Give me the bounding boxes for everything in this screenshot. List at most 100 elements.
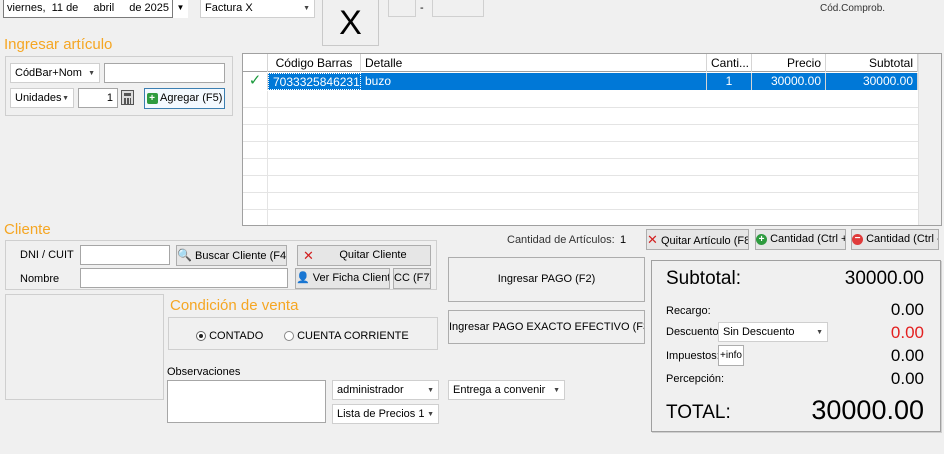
- col-detail-header[interactable]: Detalle: [361, 54, 707, 72]
- empty-row: [243, 108, 918, 125]
- date-dropdown-button[interactable]: ▼: [172, 0, 188, 18]
- remove-article-button[interactable]: ✕ Quitar Artículo (F8): [646, 229, 749, 250]
- col-barcode-header[interactable]: Código Barras: [268, 54, 361, 72]
- calculator-icon[interactable]: [121, 90, 134, 105]
- recargo-value: 0.00: [890, 300, 924, 319]
- remove-article-label: Quitar Artículo (F8): [660, 235, 749, 247]
- subtotal-value: 30000.00: [844, 268, 924, 289]
- total-label: TOTAL:: [666, 402, 731, 423]
- user-select[interactable]: administrador ▼: [332, 380, 439, 400]
- col-qty-header[interactable]: Canti...: [707, 54, 752, 72]
- observaciones-label: Observaciones: [167, 366, 241, 378]
- chevron-down-icon: ▼: [62, 95, 69, 102]
- date-weekday: viernes: [7, 2, 43, 14]
- chevron-down-icon: ▼: [816, 329, 823, 336]
- chevron-down-icon: ▼: [427, 411, 434, 418]
- empty-row: [243, 125, 918, 142]
- search-icon: 🔍: [177, 248, 192, 262]
- empty-row: [243, 159, 918, 176]
- enter-exact-payment-button[interactable]: Ingresar PAGO EXACTO EFECTIVO (F3): [448, 310, 645, 344]
- radio-checked-icon: [196, 331, 206, 342]
- quantity-plus-label: Cantidad (Ctrl +): [770, 233, 846, 245]
- radio-cuenta-corriente[interactable]: CUENTA CORRIENTE: [284, 330, 409, 342]
- descuento-label: Descuento:: [666, 326, 722, 338]
- search-client-button[interactable]: 🔍 Buscar Cliente (F4): [176, 245, 287, 266]
- article-search-input[interactable]: [104, 63, 225, 83]
- delivery-select[interactable]: Entrega a convenir ▼: [448, 380, 565, 400]
- current-account-button[interactable]: CC (F7): [393, 268, 431, 289]
- impuestos-value: 0.00: [890, 346, 924, 365]
- empty-row: [243, 142, 918, 159]
- date-picker[interactable]: viernes, 11 de abril de 2025: [3, 0, 188, 18]
- date-year: de 2025: [129, 2, 169, 14]
- add-article-button[interactable]: + Agregar (F5): [144, 88, 225, 109]
- name-label: Nombre: [20, 273, 60, 285]
- search-mode-value: CódBar+Nom: [15, 67, 82, 79]
- total-value: 30000.00: [811, 395, 924, 425]
- descuento-value: 0.00: [890, 323, 924, 342]
- items-count-value: 1: [620, 234, 627, 246]
- radio-contado[interactable]: CONTADO: [196, 330, 263, 342]
- invoice-letter-box: X: [322, 0, 379, 46]
- percepcion-label: Percepción:: [666, 373, 725, 385]
- chevron-down-icon: ▼: [553, 387, 560, 394]
- quantity-minus-label: Cantidad (Ctrl -): [866, 233, 939, 245]
- percepcion-value: 0.00: [890, 369, 924, 388]
- client-info-box: [5, 294, 164, 400]
- discount-select-value: Sin Descuento: [723, 326, 795, 338]
- col-subtotal-header[interactable]: Subtotal: [826, 54, 918, 72]
- dni-input[interactable]: [80, 245, 170, 265]
- invoice-type-select[interactable]: Factura X ▼: [200, 0, 315, 18]
- number-separator: -: [420, 2, 424, 14]
- ingresar-articulo-title: Ingresar artículo: [4, 36, 113, 53]
- enter-payment-label: Ingresar PAGO (F2): [497, 273, 596, 285]
- items-count-label: Cantidad de Artículos:: [507, 234, 615, 246]
- price-list-select[interactable]: Lista de Precios 1 ▼: [332, 404, 439, 424]
- point-of-sale-field[interactable]: [388, 0, 416, 17]
- radio-contado-label: CONTADO: [209, 330, 264, 342]
- view-client-card-button[interactable]: 👤 Ver Ficha Cliente: [295, 268, 390, 289]
- col-price-header[interactable]: Precio: [752, 54, 826, 72]
- add-article-label: Agregar (F5): [160, 92, 223, 104]
- unit-select[interactable]: Unidades ▼: [10, 88, 74, 108]
- radio-unchecked-icon: [284, 331, 294, 342]
- table-row[interactable]: ✓ 7033325846231 buzo 1 30000.00 30000.00: [243, 73, 941, 90]
- discount-select[interactable]: Sin Descuento ▼: [718, 322, 828, 342]
- chevron-down-icon: ▼: [303, 5, 310, 12]
- condicion-venta-title: Condición de venta: [170, 297, 299, 314]
- chevron-down-icon: ▼: [427, 387, 434, 394]
- empty-row: [243, 193, 918, 210]
- chevron-down-icon: ▼: [176, 3, 185, 12]
- red-x-icon: ✕: [647, 232, 658, 247]
- check-icon: ✓: [248, 73, 262, 89]
- row-subtotal: 30000.00: [826, 73, 918, 90]
- articles-grid[interactable]: Código Barras Detalle Canti... Precio Su…: [242, 53, 942, 226]
- row-barcode: 7033325846231: [268, 73, 361, 90]
- grid-scrollbar[interactable]: [918, 54, 941, 225]
- unit-value: Unidades: [15, 92, 62, 104]
- quantity-minus-button[interactable]: − Cantidad (Ctrl -): [851, 229, 939, 250]
- minus-circle-icon: −: [852, 233, 863, 245]
- client-name-input[interactable]: [80, 268, 288, 288]
- enter-payment-button[interactable]: Ingresar PAGO (F2): [448, 257, 645, 302]
- remove-client-button[interactable]: ✕ Quitar Cliente: [297, 245, 431, 266]
- current-account-label: CC (F7): [394, 272, 431, 284]
- price-list-value: Lista de Precios 1: [337, 408, 425, 420]
- row-check-cell: ✓: [243, 73, 268, 90]
- search-mode-select[interactable]: CódBar+Nom ▼: [10, 63, 100, 83]
- empty-row: [243, 176, 918, 193]
- observaciones-textarea[interactable]: [167, 380, 326, 423]
- radio-cuenta-corriente-label: CUENTA CORRIENTE: [297, 330, 409, 342]
- date-month: abril: [93, 2, 115, 14]
- user-select-value: administrador: [337, 384, 404, 396]
- totals-panel: Subtotal: 30000.00 Recargo: 0.00 Descuen…: [651, 260, 941, 432]
- quantity-plus-button[interactable]: + Cantidad (Ctrl +): [755, 229, 846, 250]
- taxes-info-button[interactable]: +info: [718, 345, 744, 366]
- row-price: 30000.00: [752, 73, 826, 90]
- subtotal-label: Subtotal:: [666, 268, 741, 289]
- invoice-number-field[interactable]: [432, 0, 484, 17]
- invoice-type-value: Factura X: [205, 2, 253, 14]
- row-qty: 1: [707, 73, 752, 90]
- chevron-down-icon: ▼: [88, 70, 95, 77]
- quantity-input[interactable]: 1: [78, 88, 118, 108]
